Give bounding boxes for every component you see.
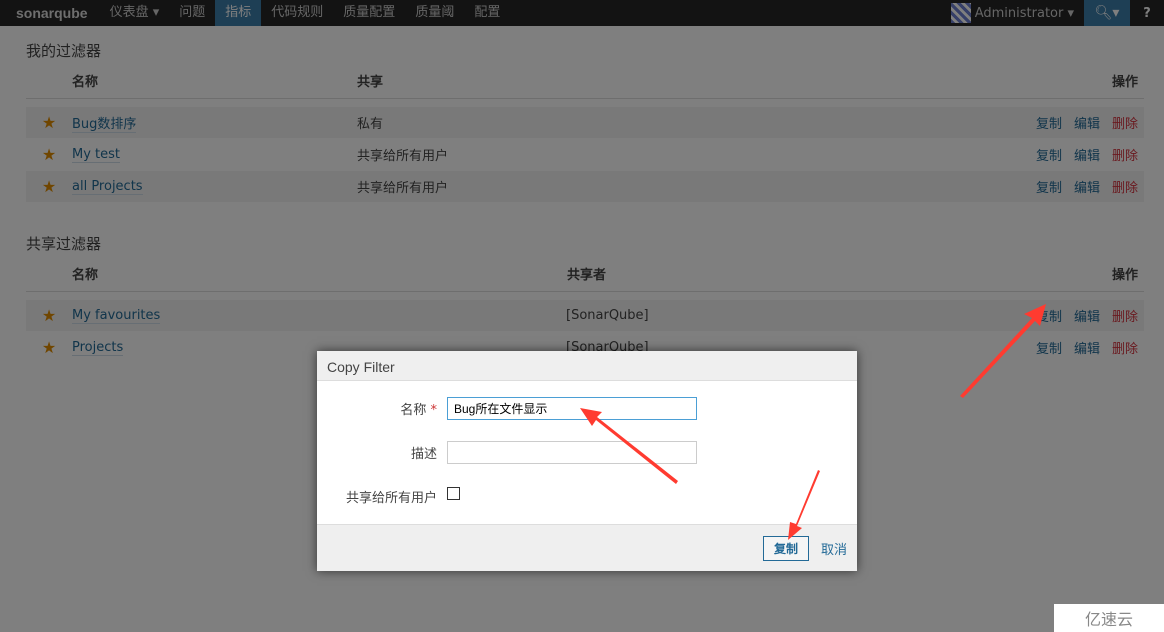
cancel-link[interactable]: 取消: [821, 539, 847, 558]
copy-filter-dialog: Copy Filter 名称 * 描述 共享给所有用户 复制 取消: [317, 351, 857, 571]
description-input[interactable]: [447, 441, 697, 464]
name-label: 名称 *: [400, 403, 437, 418]
name-input[interactable]: [447, 397, 697, 420]
share-label: 共享给所有用户: [345, 491, 437, 506]
copy-button[interactable]: 复制: [762, 535, 809, 561]
dialog-footer: 复制 取消: [317, 524, 857, 571]
description-label: 描述: [410, 447, 437, 462]
watermark-logo: 亿速云: [1054, 604, 1164, 632]
share-checkbox[interactable]: [447, 487, 460, 500]
dialog-title: Copy Filter: [317, 351, 857, 381]
